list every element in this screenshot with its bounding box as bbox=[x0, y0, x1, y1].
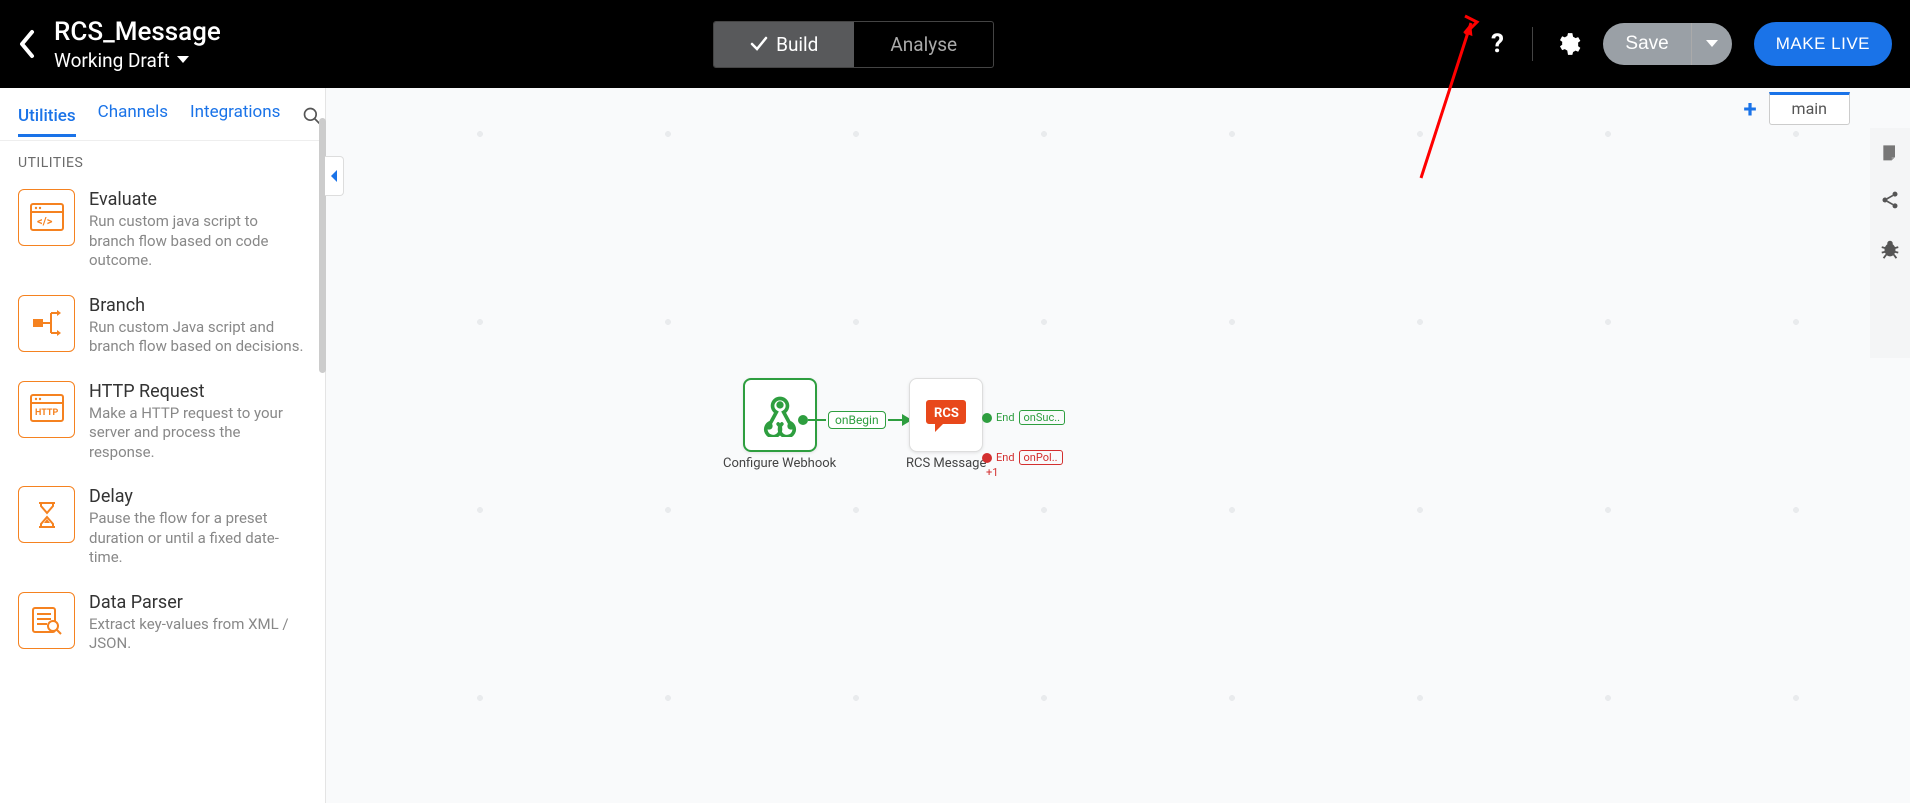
svg-text:RCS: RCS bbox=[934, 406, 959, 421]
utility-desc: Pause the flow for a preset duration or … bbox=[89, 509, 307, 568]
gear-icon bbox=[1555, 31, 1581, 57]
port-label: onSuc.. bbox=[1019, 410, 1066, 425]
share-button[interactable] bbox=[1880, 190, 1900, 210]
line bbox=[888, 419, 902, 421]
save-dropdown[interactable] bbox=[1691, 23, 1732, 65]
body: Utilities Channels Integrations UTILITIE… bbox=[0, 88, 1910, 803]
http-icon: HTTP bbox=[18, 381, 75, 438]
webhook-icon bbox=[758, 393, 802, 437]
check-icon bbox=[750, 35, 768, 53]
port-dot bbox=[798, 415, 808, 425]
utility-delay[interactable]: DelayPause the flow for a preset duratio… bbox=[14, 474, 311, 580]
flow-canvas[interactable]: + main Configure Webhook onBegin RCS bbox=[326, 88, 1910, 803]
help-icon: ? bbox=[1486, 32, 1510, 56]
save-group: Save bbox=[1603, 23, 1731, 65]
port-dot bbox=[982, 453, 992, 463]
port-onsuccess[interactable]: End onSuc.. bbox=[982, 410, 1065, 425]
utility-title: Delay bbox=[89, 486, 307, 507]
notes-button[interactable] bbox=[1880, 142, 1900, 162]
title-area: RCS_Message Working Draft bbox=[54, 17, 221, 72]
port-dot bbox=[982, 413, 992, 423]
delay-icon bbox=[18, 486, 75, 543]
caret-down-icon bbox=[1706, 40, 1718, 48]
share-icon bbox=[1880, 190, 1900, 210]
draft-selector[interactable]: Working Draft bbox=[54, 49, 221, 72]
branch-icon bbox=[18, 295, 75, 352]
node-label: Configure Webhook bbox=[723, 456, 836, 472]
sidebar: Utilities Channels Integrations UTILITIE… bbox=[0, 88, 326, 803]
header-center: Build Analyse bbox=[239, 21, 1469, 68]
sidebar-tabs: Utilities Channels Integrations bbox=[0, 88, 325, 141]
divider bbox=[1532, 27, 1533, 61]
utility-desc: Run custom Java script and branch flow b… bbox=[89, 318, 307, 357]
debug-button[interactable] bbox=[1879, 238, 1901, 260]
evaluate-icon: </> bbox=[18, 189, 75, 246]
build-tab[interactable]: Build bbox=[714, 22, 854, 67]
port-onpolicy[interactable]: End onPol.. bbox=[982, 450, 1063, 465]
tab-integrations[interactable]: Integrations bbox=[190, 102, 280, 130]
analyse-tab[interactable]: Analyse bbox=[854, 22, 993, 67]
utility-evaluate[interactable]: </> EvaluateRun custom java script to br… bbox=[14, 177, 311, 283]
build-label: Build bbox=[776, 33, 818, 56]
node-rcs-message[interactable]: RCS RCS Message bbox=[906, 378, 986, 472]
analyse-label: Analyse bbox=[890, 33, 957, 56]
flow-tabs: + main bbox=[1743, 92, 1850, 125]
svg-text:?: ? bbox=[1491, 32, 1504, 56]
note-icon bbox=[1880, 142, 1900, 162]
tab-channels[interactable]: Channels bbox=[98, 102, 168, 130]
utility-desc: Extract key-values from XML / JSON. bbox=[89, 615, 307, 654]
canvas-grid bbox=[326, 88, 1910, 803]
flow-tab-main[interactable]: main bbox=[1769, 92, 1850, 125]
add-flow-tab[interactable]: + bbox=[1743, 95, 1756, 123]
utility-title: Branch bbox=[89, 295, 307, 316]
port-more[interactable]: +1 bbox=[986, 466, 998, 479]
utility-title: Data Parser bbox=[89, 592, 307, 613]
utility-title: Evaluate bbox=[89, 189, 307, 210]
bug-icon bbox=[1879, 238, 1901, 260]
save-button[interactable]: Save bbox=[1603, 23, 1690, 65]
svg-text:HTTP: HTTP bbox=[35, 408, 58, 418]
utility-desc: Run custom java script to branch flow ba… bbox=[89, 212, 307, 271]
caret-down-icon bbox=[176, 55, 190, 65]
node-box: RCS bbox=[909, 378, 983, 452]
page-title: RCS_Message bbox=[54, 17, 221, 47]
utility-title: HTTP Request bbox=[89, 381, 307, 402]
draft-label: Working Draft bbox=[54, 49, 170, 72]
make-live-button[interactable]: MAKE LIVE bbox=[1754, 22, 1892, 66]
right-rail bbox=[1870, 128, 1910, 358]
connector-onbegin[interactable]: onBegin bbox=[798, 411, 914, 429]
chevron-left-icon bbox=[329, 169, 339, 183]
connector-label: onBegin bbox=[828, 411, 886, 429]
port-end: End bbox=[996, 451, 1015, 464]
utility-desc: Make a HTTP request to your server and p… bbox=[89, 404, 307, 463]
back-button[interactable] bbox=[18, 29, 36, 59]
utility-list: </> EvaluateRun custom java script to br… bbox=[0, 177, 325, 803]
parser-icon bbox=[18, 592, 75, 649]
header-actions: ? Save MAKE LIVE bbox=[1486, 22, 1892, 66]
rcs-icon: RCS bbox=[923, 392, 969, 438]
utility-http[interactable]: HTTP HTTP RequestMake a HTTP request to … bbox=[14, 369, 311, 475]
utility-branch[interactable]: BranchRun custom Java script and branch … bbox=[14, 283, 311, 369]
node-label: RCS Message bbox=[906, 456, 986, 472]
settings-button[interactable] bbox=[1555, 31, 1581, 57]
svg-text:</>: </> bbox=[37, 215, 53, 228]
port-end: End bbox=[996, 411, 1015, 424]
collapse-sidebar[interactable] bbox=[325, 156, 344, 196]
section-label: UTILITIES bbox=[0, 141, 325, 177]
mode-toggle: Build Analyse bbox=[713, 21, 994, 68]
help-button[interactable]: ? bbox=[1486, 32, 1510, 56]
tab-utilities[interactable]: Utilities bbox=[18, 106, 76, 137]
port-label: onPol.. bbox=[1019, 450, 1063, 465]
app-header: RCS_Message Working Draft Build Analyse … bbox=[0, 0, 1910, 88]
line bbox=[808, 419, 826, 421]
utility-parser[interactable]: Data ParserExtract key-values from XML /… bbox=[14, 580, 311, 666]
